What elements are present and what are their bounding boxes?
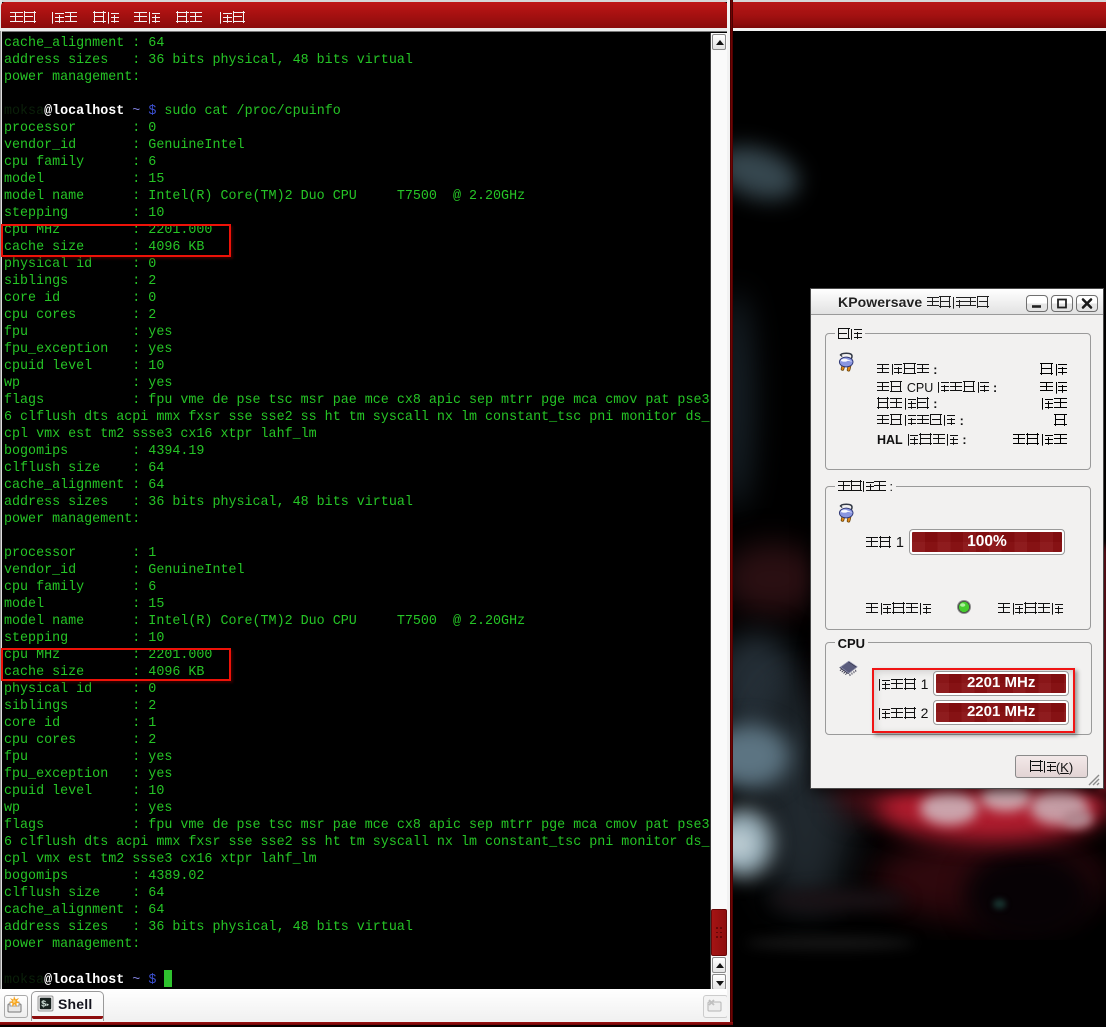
svg-text:$: $	[41, 1000, 47, 1010]
